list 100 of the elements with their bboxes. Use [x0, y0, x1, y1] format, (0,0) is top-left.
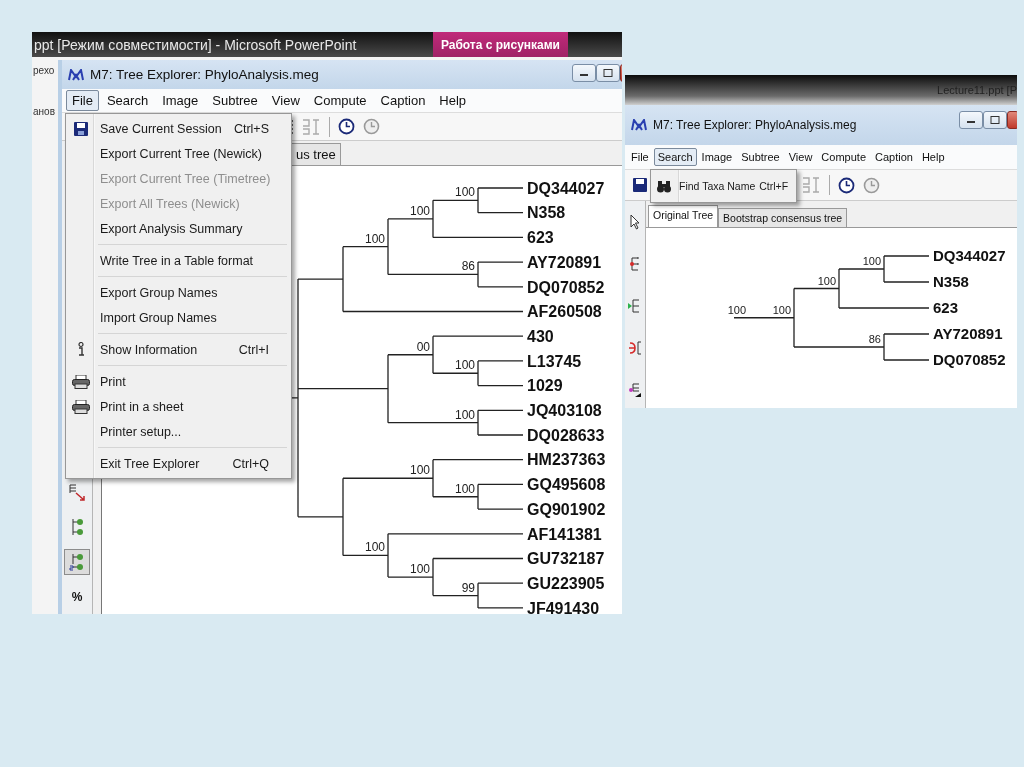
tree-icon — [628, 256, 642, 272]
menu-item[interactable]: Print in a sheet — [68, 394, 289, 419]
bootstrap-value: 100 — [862, 255, 881, 267]
menu-item[interactable]: Print — [68, 369, 289, 394]
taxon-label: DQ028633 — [527, 426, 605, 444]
window-title: Lecture11.ppt [P — [937, 84, 1017, 96]
menu-item[interactable]: Image — [697, 148, 737, 166]
taxon-label: AY720891 — [933, 325, 1003, 343]
split-tree-icon — [628, 340, 642, 356]
menu-item[interactable]: View — [784, 148, 817, 166]
bootstrap-value: 100 — [772, 303, 791, 316]
menu-item[interactable]: Exit Tree Explorer Ctrl+Q — [68, 451, 289, 476]
pointer-icon — [630, 214, 640, 230]
menu-item[interactable]: File — [627, 148, 653, 166]
taxon-label: JQ403108 — [527, 402, 602, 420]
taxon-label: GQ495608 — [527, 476, 606, 494]
app-logo-icon — [631, 119, 647, 131]
taxon-label: GU732187 — [527, 550, 605, 568]
taxon-label: JF491430 — [527, 599, 600, 614]
taxon-label: AF141381 — [527, 525, 602, 543]
tab[interactable]: Original Tree — [648, 205, 719, 227]
menu-item[interactable]: Save Current Session Ctrl+S — [68, 116, 289, 141]
menu-item[interactable]: Export Analysis Summary — [68, 216, 289, 241]
bootstrap-value: 100 — [409, 463, 430, 478]
taxon-label: 430 — [527, 327, 554, 345]
taxon-label: N358 — [933, 273, 969, 291]
taxon-label: AY720891 — [527, 253, 602, 271]
menu-item[interactable]: Search — [653, 148, 697, 166]
bootstrap-value: 100 — [727, 303, 746, 316]
taxon-label: 1029 — [527, 377, 563, 395]
bootstrap-value: 100 — [454, 358, 475, 373]
menu-item[interactable]: Export Current Tree (Newick) — [68, 141, 289, 166]
ribbon-tab[interactable]: Работа с рисунками — [432, 32, 568, 57]
bootstrap-value: 100 — [817, 274, 836, 287]
menu-item[interactable]: Caption — [374, 90, 432, 111]
node-tree-icon — [69, 552, 85, 572]
taxon-label: L13745 — [527, 352, 582, 370]
bootstrap-value: 00 — [416, 339, 430, 354]
menu-item[interactable]: Export Group Names — [68, 280, 289, 305]
printer-icon — [72, 374, 90, 389]
menu-item[interactable]: Printer setup... — [68, 419, 289, 444]
taxon-label: GQ901902 — [527, 500, 606, 518]
bootstrap-value: 100 — [364, 540, 385, 555]
bootstrap-value: 100 — [409, 562, 430, 577]
bootstrap-value: 100 — [454, 185, 475, 200]
tree-arrows-icon — [68, 483, 86, 501]
taxon-label: DQ070852 — [933, 351, 1006, 369]
taxon-label: DQ344027 — [527, 179, 605, 197]
minimize-button[interactable] — [572, 64, 596, 82]
taxon-label: 623 — [933, 299, 959, 317]
info-icon — [76, 341, 86, 358]
menu-item[interactable]: Find Taxa Name Ctrl+F — [653, 176, 795, 196]
maximize-icon — [603, 69, 613, 77]
window-title: ppt [Режим совместимости] - Microsoft PowerPoint — [34, 36, 357, 53]
taxon-label: GU223905 — [527, 574, 605, 592]
menu-item[interactable]: Compute — [307, 90, 373, 111]
bootstrap-value: 100 — [364, 231, 385, 246]
bootstrap-value: 99 — [461, 580, 475, 595]
app-logo-icon — [68, 68, 84, 81]
percent-button[interactable]: % — [64, 584, 90, 610]
minimize-button[interactable] — [959, 111, 983, 129]
taxon-label: N358 — [527, 204, 566, 222]
menu-item[interactable]: Search — [100, 90, 155, 111]
bootstrap-value: 86 — [461, 259, 475, 274]
tree-icon — [628, 382, 642, 398]
menu-item[interactable]: View — [265, 90, 306, 111]
ribbon-label: анов — [33, 106, 56, 117]
taxon-label: DQ070852 — [527, 278, 605, 296]
tree-icon — [628, 298, 642, 314]
menu-item[interactable]: Subtree — [737, 148, 784, 166]
close-button[interactable] — [1007, 111, 1017, 129]
menu-item[interactable]: Compute — [817, 148, 870, 166]
menu-item[interactable]: Help — [917, 148, 949, 166]
menu-item[interactable]: Write Tree in a Table format — [68, 248, 289, 273]
menu-item[interactable]: Help — [433, 90, 473, 111]
taxon-label: HM237363 — [527, 451, 606, 469]
bootstrap-value: 86 — [868, 333, 881, 345]
menu-item[interactable]: Subtree — [206, 90, 264, 111]
maximize-button[interactable] — [983, 111, 1007, 129]
taxon-label: 623 — [527, 229, 554, 247]
maximize-icon — [990, 116, 1000, 124]
printer-icon — [72, 399, 90, 414]
taxon-label: DQ344027 — [933, 247, 1006, 265]
taxon-label: AF260508 — [527, 303, 602, 321]
window-title: M7: Tree Explorer: PhyloAnalysis.meg — [90, 67, 319, 82]
clock-icon[interactable] — [838, 176, 855, 194]
binoculars-icon — [657, 179, 671, 193]
tab[interactable]: us tree — [291, 143, 341, 165]
menu-item[interactable]: Show Information Ctrl+I — [68, 337, 289, 362]
clock-icon[interactable] — [338, 118, 355, 135]
menu-item[interactable]: Image — [156, 90, 205, 111]
menu-item[interactable]: Import Group Names — [68, 305, 289, 330]
ribbon-label: рехо — [33, 65, 56, 76]
bootstrap-value: 100 — [454, 407, 475, 422]
node-tree-icon — [69, 517, 85, 537]
menu-item[interactable]: File — [66, 90, 99, 111]
menu-item[interactable]: Caption — [871, 148, 917, 166]
tab[interactable]: Bootstrap consensus tree — [718, 208, 848, 227]
window-title: M7: Tree Explorer: PhyloAnalysis.meg — [653, 118, 857, 132]
maximize-button[interactable] — [596, 64, 620, 82]
